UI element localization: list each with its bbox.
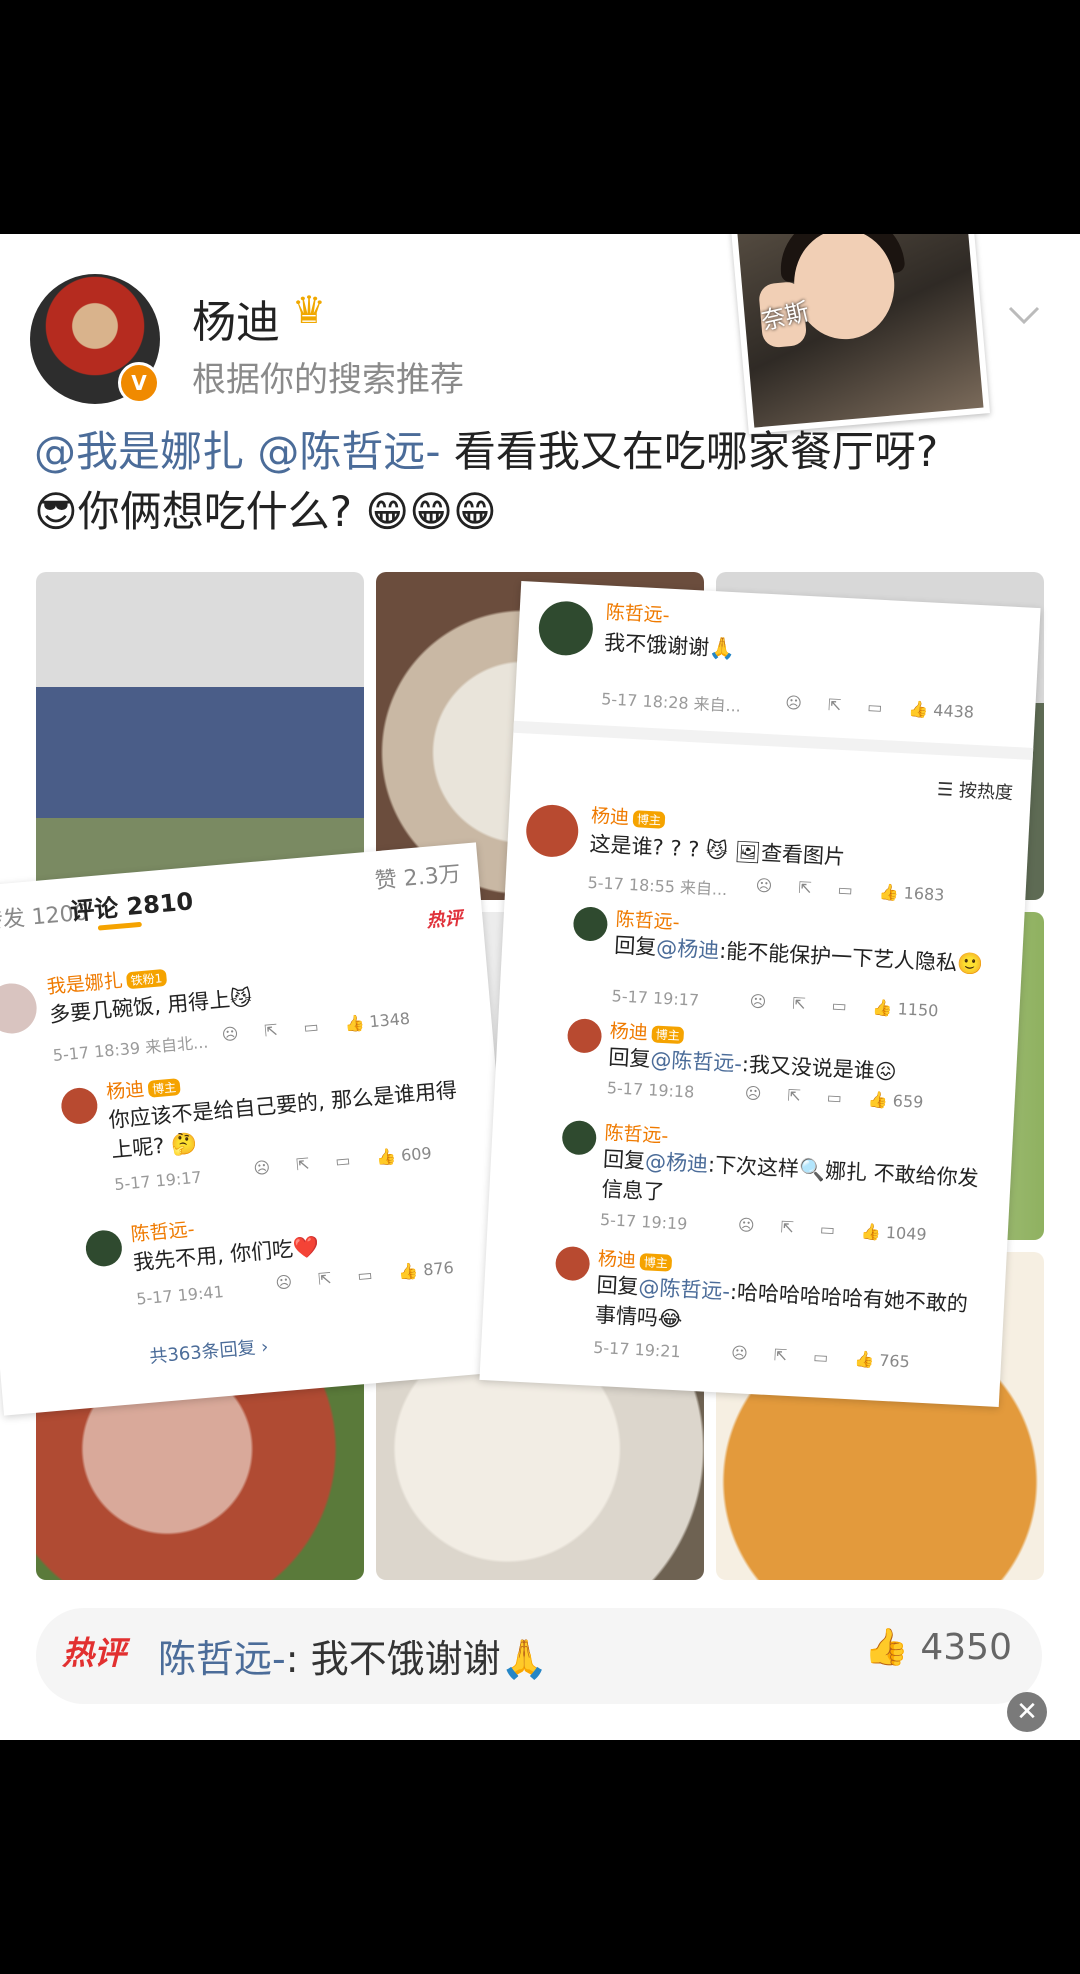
commenter-avatar[interactable] <box>524 803 580 859</box>
close-icon[interactable]: ✕ <box>1007 1692 1047 1732</box>
comment-time: 5-17 19:18 <box>606 1078 695 1102</box>
reply-icon[interactable]: ▭ <box>867 697 883 717</box>
comment-actions: ☹ ⇱ ▭ 👍 1150 <box>749 991 991 1023</box>
share-icon[interactable]: ⇱ <box>317 1269 332 1289</box>
dislike-icon[interactable]: ☹ <box>221 1024 239 1044</box>
share-icon[interactable]: ⇱ <box>295 1154 310 1174</box>
dislike-icon[interactable]: ☹ <box>785 693 803 713</box>
comment-actions: ☹ ⇱ ▭ 👍 765 <box>731 1343 962 1374</box>
author-avatar[interactable]: V <box>30 274 160 404</box>
post-text: @我是娜扎 @陈哲远- 看看我又在吃哪家餐厅呀? 😎你俩想吃什么? 😁😁😁 <box>34 422 1054 542</box>
reply-icon[interactable]: ▭ <box>813 1347 829 1367</box>
sort-by-hot[interactable]: ☰ 按热度 <box>936 775 1014 805</box>
like-icon[interactable]: 👍 609 <box>375 1141 458 1167</box>
comment-time: 5-17 19:41 <box>135 1282 225 1309</box>
like-icon[interactable]: 👍 1683 <box>878 882 971 906</box>
baby-sticker-image: 奈斯 <box>728 234 990 435</box>
commenter-avatar[interactable] <box>554 1245 591 1282</box>
share-icon[interactable]: ⇱ <box>263 1020 278 1040</box>
verified-badge-icon: V <box>118 362 160 404</box>
reply-icon[interactable]: ▭ <box>357 1265 374 1285</box>
comment-item: 杨迪 博主 这是谁? ? ? 😼 🖼查看图片 5-17 18:55 来自... ☹… <box>505 791 1030 918</box>
dislike-icon[interactable]: ☹ <box>744 1083 762 1103</box>
commenter-avatar[interactable] <box>59 1086 99 1126</box>
dislike-icon[interactable]: ☹ <box>737 1215 755 1235</box>
post-image-1[interactable] <box>36 572 364 900</box>
share-icon[interactable]: ⇱ <box>787 1086 801 1106</box>
comment-actions: ☹ ⇱ ▭ 👍 1683 <box>755 876 997 908</box>
commenter-avatar[interactable] <box>561 1119 598 1156</box>
share-icon[interactable]: ⇱ <box>780 1217 794 1237</box>
commenter-avatar[interactable] <box>0 981 39 1036</box>
comment-text: 回复@杨迪:能不能保护一下艺人隐私🙂 <box>613 933 984 977</box>
hot-comment-author[interactable]: 陈哲远- <box>158 1637 286 1681</box>
dislike-icon[interactable]: ☹ <box>749 991 767 1011</box>
like-icon[interactable]: 👍 876 <box>397 1256 480 1282</box>
like-icon[interactable]: 👍 659 <box>867 1090 949 1113</box>
reply-icon[interactable]: ▭ <box>837 880 853 900</box>
post-text-line1: 看看我又在吃哪家餐厅呀? <box>440 427 939 476</box>
commenter-name[interactable]: 陈哲远- <box>130 1214 196 1246</box>
like-icon[interactable]: 👍 765 <box>854 1349 936 1372</box>
share-icon[interactable]: ⇱ <box>798 878 812 898</box>
mention-naza[interactable]: @我是娜扎 <box>34 427 244 476</box>
hot-comment-like[interactable]: 👍 4350 <box>864 1626 1012 1668</box>
reply-icon[interactable]: ▭ <box>819 1219 835 1239</box>
recommend-reason: 根据你的搜索推荐 <box>192 360 464 400</box>
hot-comment-text: 陈哲远-: 我不饿谢谢🙏 <box>158 1637 548 1681</box>
commenter-avatar[interactable] <box>84 1228 124 1268</box>
like-icon[interactable]: 👍 1049 <box>860 1222 953 1246</box>
reply-icon[interactable]: ▭ <box>831 996 847 1016</box>
tab-comments[interactable]: 评论 2810 <box>69 881 195 927</box>
comment-actions: ☹ ⇱ ▭ 👍 4438 <box>785 693 1027 725</box>
mention-chenzheyuan[interactable]: @陈哲远- <box>257 427 440 476</box>
comment-time: 5-17 19:19 <box>599 1209 688 1234</box>
view-more-replies[interactable]: 共363条回复 › <box>148 1332 270 1368</box>
share-icon[interactable]: ⇱ <box>792 994 806 1014</box>
comment-time: 5-17 19:17 <box>611 986 700 1010</box>
share-icon[interactable]: ⇱ <box>773 1345 787 1365</box>
commenter-name[interactable]: 陈哲远- <box>605 597 670 627</box>
comment-text: 我不饿谢谢🙏 <box>603 630 736 662</box>
comments-screenshot-left: 转发 1206 评论 2810 赞 2.3万 热评 我是娜扎 铁粉1 多要几碗饭,… <box>0 842 523 1416</box>
comment-time: 5-17 18:55 来自... <box>587 872 728 900</box>
reply-item: 杨迪 博主 回复@陈哲远-:哈哈哈哈哈哈有她不敢的事情吗😂 5-17 19:21 … <box>480 1236 1006 1393</box>
like-icon[interactable]: 👍 1348 <box>344 1007 437 1034</box>
crown-icon: ♛ <box>292 288 327 332</box>
reply-icon[interactable]: ▭ <box>334 1151 351 1171</box>
like-icon[interactable]: 👍 4438 <box>908 699 1001 723</box>
dislike-icon[interactable]: ☹ <box>755 876 773 896</box>
hot-comment-bar[interactable]: 热评 陈哲远-: 我不饿谢谢🙏 👍 4350 <box>36 1608 1042 1704</box>
reply-icon[interactable]: ▭ <box>826 1088 842 1108</box>
commenter-avatar[interactable] <box>566 1018 603 1054</box>
weibo-post-card: V 杨迪 ♛ 根据你的搜索推荐 奈斯 @我是娜扎 @陈哲远- 看看我又在吃哪家餐… <box>0 234 1080 1740</box>
like-icon[interactable]: 👍 1150 <box>872 998 965 1022</box>
comment-time: 5-17 19:17 <box>113 1167 203 1195</box>
commenter-avatar[interactable] <box>572 906 609 942</box>
comments-screenshot-right: 陈哲远- 我不饿谢谢🙏 5-17 18:28 来自... ☹ ⇱ ▭ 👍 4438 ☰… <box>479 580 1041 1408</box>
commenter-avatar[interactable] <box>537 599 595 657</box>
dislike-icon[interactable]: ☹ <box>253 1158 271 1178</box>
like-icon: 👍 <box>864 1627 909 1668</box>
comment-time: 5-17 18:39 来自北... <box>52 1032 209 1065</box>
dislike-icon[interactable]: ☹ <box>275 1272 293 1292</box>
hot-tag: 热评 <box>425 907 464 932</box>
post-text-line2: 😎你俩想吃什么? 😁😁😁 <box>34 487 497 536</box>
comment-text: 回复@陈哲远-:哈哈哈哈哈哈有她不敢的事情吗😂 <box>594 1272 969 1332</box>
reply-icon[interactable]: ▭ <box>303 1017 320 1037</box>
hot-comment-badge: 热评 <box>62 1634 127 1672</box>
reply-item: 陈哲远- 回复@杨迪:下次这样🔍娜扎 不敢给你发信息了 5-17 19:19 ☹… <box>487 1110 1013 1257</box>
dislike-icon[interactable]: ☹ <box>731 1343 749 1363</box>
author-name[interactable]: 杨迪 <box>192 286 280 350</box>
likes-total[interactable]: 赞 2.3万 <box>373 856 462 895</box>
commenter-name[interactable]: 杨迪 博主 <box>590 801 666 832</box>
chevron-down-icon[interactable] <box>1004 294 1044 334</box>
share-icon[interactable]: ⇱ <box>827 695 841 715</box>
comment-time: 5-17 19:21 <box>592 1337 682 1362</box>
comment-time: 5-17 18:28 来自... <box>600 689 742 716</box>
top-comment: 陈哲远- 我不饿谢谢🙏 5-17 18:28 来自... ☹ ⇱ ▭ 👍 4438 <box>514 581 1041 748</box>
